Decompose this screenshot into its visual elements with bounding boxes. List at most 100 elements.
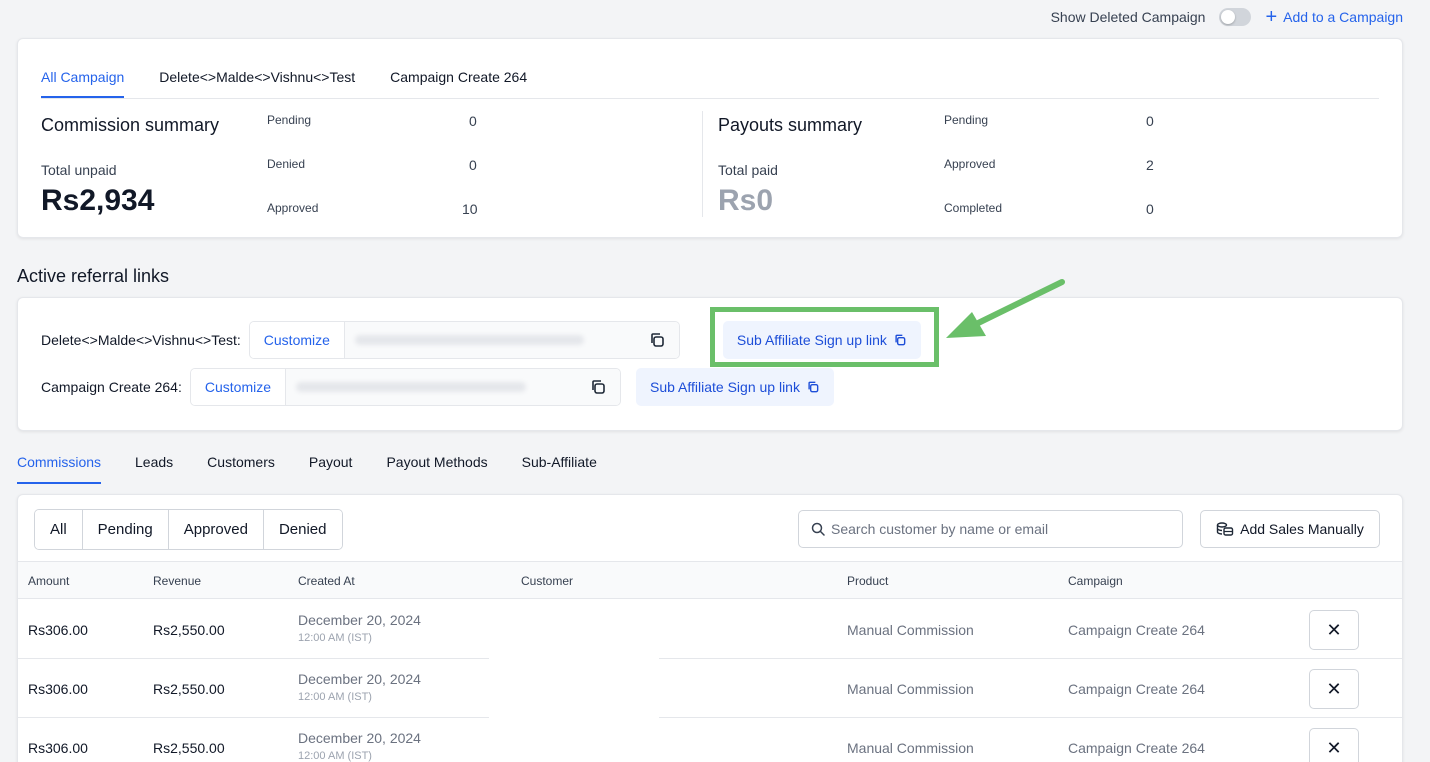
active-referral-links-title: Active referral links (17, 266, 170, 286)
add-to-campaign-link[interactable]: + Add to a Campaign (1265, 6, 1403, 28)
payout-completed-value: 0 (1146, 201, 1154, 217)
commissions-table-card: All Pending Approved Denied Add Sales Ma… (17, 494, 1403, 762)
referral-row: Campaign Create 264: Customize Sub Affil… (41, 368, 834, 406)
customize-button[interactable]: Customize (190, 369, 287, 405)
created-time-cell: 12:00 AM (IST) (298, 750, 372, 762)
table-row: Rs306.00 Rs2,550.00 December 20, 2024 12… (18, 718, 1402, 762)
column-header-created-at: Created At (298, 574, 355, 588)
campaign-tabs: All Campaign Delete<>Malde<>Vishnu<>Test… (41, 69, 1379, 99)
table-row: Rs306.00 Rs2,550.00 December 20, 2024 12… (18, 600, 1402, 659)
tab-sub-affiliate[interactable]: Sub-Affiliate (522, 454, 597, 484)
tab-leads[interactable]: Leads (135, 454, 173, 484)
commission-pending-label: Pending (267, 113, 312, 127)
revenue-cell: Rs2,550.00 (153, 740, 225, 756)
created-date-cell: December 20, 2024 (298, 612, 421, 628)
tab-payout-methods[interactable]: Payout Methods (386, 454, 487, 484)
tab-commissions[interactable]: Commissions (17, 454, 102, 484)
total-unpaid-label: Total unpaid (41, 162, 117, 178)
referral-link-group: Customize (248, 321, 680, 359)
column-header-customer: Customer (521, 574, 574, 588)
tab-customers[interactable]: Customers (207, 454, 275, 484)
commission-approved-label: Approved (267, 201, 319, 215)
amount-cell: Rs306.00 (28, 681, 88, 697)
add-sales-manually-label: Add Sales Manually (1240, 521, 1364, 537)
top-bar: Show Deleted Campaign + Add to a Campaig… (1050, 6, 1403, 28)
created-time-cell: 12:00 AM (IST) (298, 632, 372, 644)
amount-cell: Rs306.00 (28, 740, 88, 756)
commission-approved-value: 10 (462, 201, 478, 217)
filter-pending-button[interactable]: Pending (82, 510, 169, 549)
payout-approved-value: 2 (1146, 157, 1154, 173)
total-paid-label: Total paid (718, 162, 778, 178)
show-deleted-toggle[interactable] (1219, 8, 1252, 26)
delete-row-button[interactable]: ✕ (1309, 610, 1359, 650)
show-deleted-label: Show Deleted Campaign (1050, 9, 1206, 25)
commission-summary-title: Commission summary (41, 115, 220, 135)
delete-row-button[interactable]: ✕ (1309, 669, 1359, 709)
created-time-cell: 12:00 AM (IST) (298, 691, 372, 703)
created-date-cell: December 20, 2024 (298, 671, 421, 687)
commission-denied-label: Denied (267, 157, 306, 171)
payout-pending-label: Pending (944, 113, 989, 127)
filter-approved-button[interactable]: Approved (168, 510, 264, 549)
copy-link-button[interactable] (576, 369, 621, 405)
column-header-revenue: Revenue (153, 574, 202, 588)
campaign-cell: Campaign Create 264 (1068, 740, 1205, 756)
referral-url-field[interactable] (344, 322, 635, 358)
close-icon: ✕ (1326, 619, 1342, 640)
tab-campaign-create-264[interactable]: Campaign Create 264 (390, 69, 527, 98)
summary-divider (702, 111, 703, 217)
referral-row-label: Delete<>Malde<>Vishnu<>Test: (41, 332, 241, 348)
copy-icon (592, 380, 605, 394)
table-header: Amount Revenue Created At Customer Produ… (18, 561, 1402, 599)
delete-row-button[interactable]: ✕ (1309, 728, 1359, 762)
close-icon: ✕ (1326, 737, 1342, 758)
total-unpaid-value: Rs2,934 (41, 184, 155, 217)
revenue-cell: Rs2,550.00 (153, 622, 225, 638)
add-to-campaign-label: Add to a Campaign (1283, 9, 1403, 25)
table-row: Rs306.00 Rs2,550.00 December 20, 2024 12… (18, 659, 1402, 718)
product-cell: Manual Commission (847, 681, 974, 697)
add-sales-manually-button[interactable]: Add Sales Manually (1200, 510, 1380, 548)
copy-icon (808, 381, 819, 393)
revenue-cell: Rs2,550.00 (153, 681, 225, 697)
column-header-amount: Amount (28, 574, 70, 588)
coins-icon (1216, 522, 1234, 536)
sub-affiliate-signup-link-button[interactable]: Sub Affiliate Sign up link (636, 368, 834, 406)
total-paid-value: Rs0 (718, 184, 774, 217)
filter-denied-button[interactable]: Denied (263, 510, 342, 549)
referral-row-label: Campaign Create 264: (41, 379, 182, 395)
column-header-campaign: Campaign (1068, 574, 1123, 588)
column-header-product: Product (847, 574, 889, 588)
arrow-annotation-icon (946, 279, 1065, 338)
commission-pending-value: 0 (469, 113, 477, 129)
highlight-box (710, 307, 939, 367)
tab-payout[interactable]: Payout (309, 454, 353, 484)
product-cell: Manual Commission (847, 622, 974, 638)
created-date-cell: December 20, 2024 (298, 730, 421, 746)
sub-affiliate-signup-link-label: Sub Affiliate Sign up link (650, 379, 800, 395)
payout-pending-value: 0 (1146, 113, 1154, 129)
copy-link-button[interactable] (634, 322, 679, 358)
payout-completed-label: Completed (944, 201, 1003, 215)
main-tabs: Commissions Leads Customers Payout Payou… (17, 454, 597, 484)
search-input[interactable] (831, 521, 1161, 537)
referral-url-field[interactable] (286, 369, 577, 405)
customize-button[interactable]: Customize (249, 322, 345, 358)
campaign-cell: Campaign Create 264 (1068, 681, 1205, 697)
close-icon: ✕ (1326, 678, 1342, 699)
commission-denied-value: 0 (469, 157, 477, 173)
search-box (798, 510, 1183, 548)
campaign-cell: Campaign Create 264 (1068, 622, 1205, 638)
referral-link-group: Customize (189, 368, 622, 406)
amount-cell: Rs306.00 (28, 622, 88, 638)
payouts-summary-title: Payouts summary (718, 115, 863, 135)
tab-all-campaign[interactable]: All Campaign (41, 69, 125, 98)
payout-approved-label: Approved (944, 157, 996, 171)
plus-icon: + (1265, 6, 1278, 28)
product-cell: Manual Commission (847, 740, 974, 756)
filter-all-button[interactable]: All (35, 510, 83, 549)
tab-delete-malde-vishnu-test[interactable]: Delete<>Malde<>Vishnu<>Test (159, 69, 355, 98)
status-filter-group: All Pending Approved Denied (34, 509, 343, 550)
copy-icon (651, 333, 664, 347)
